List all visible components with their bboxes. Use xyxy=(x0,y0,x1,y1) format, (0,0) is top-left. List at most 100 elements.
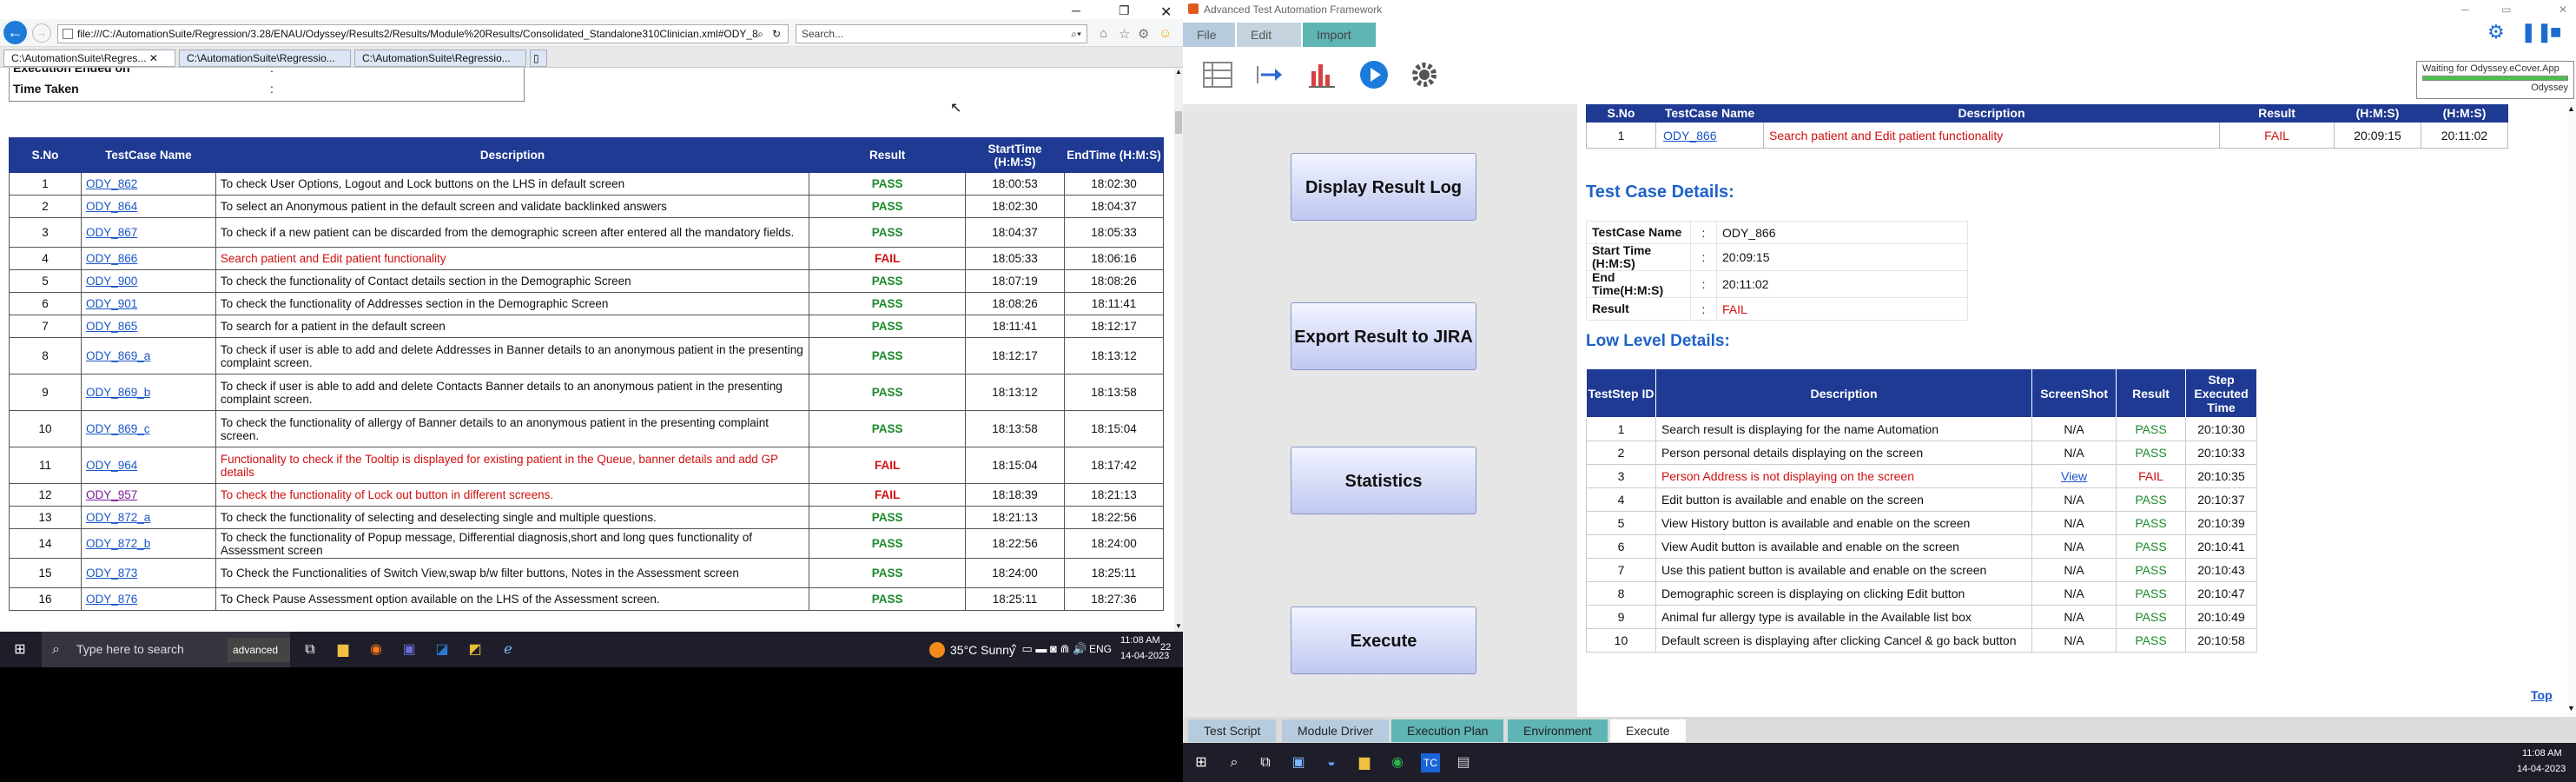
edge-icon[interactable]: ◒ xyxy=(1322,753,1341,772)
testcase-link[interactable]: ODY_866 xyxy=(1663,129,1716,142)
tab-test-script[interactable]: Test Script xyxy=(1188,719,1277,742)
back-icon[interactable]: ← xyxy=(3,21,27,44)
testcase-link[interactable]: ODY_865 xyxy=(86,320,137,333)
tab-execution-plan[interactable]: Execution Plan xyxy=(1391,719,1504,742)
url-field[interactable]: file:///C:/AutomationSuite/Regression/3.… xyxy=(57,24,789,43)
tray-icons[interactable]: ⌃ ▭ ▬ ◙ ⋒ 🔊 xyxy=(1009,642,1087,656)
forward-icon[interactable]: → xyxy=(32,23,51,43)
scroll-up-icon[interactable]: ▲ xyxy=(2567,104,2575,113)
scrollbar-thumb[interactable] xyxy=(1175,111,1182,134)
detail-scrollbar[interactable]: ▲ ▼ xyxy=(2567,104,2576,717)
task-view-icon[interactable]: ⧉ xyxy=(301,640,320,659)
search-icon[interactable]: ⌕ xyxy=(1225,753,1244,772)
scroll-up-icon[interactable]: ▲ xyxy=(1175,68,1182,76)
search-icon[interactable]: ⌕▾ xyxy=(1071,25,1081,43)
settings-icon[interactable] xyxy=(1409,59,1440,90)
pause-icon[interactable]: ❚❚ xyxy=(2520,21,2553,43)
home-icon[interactable]: ⌂ xyxy=(1100,26,1107,41)
file-explorer-icon[interactable]: ▆ xyxy=(334,640,353,659)
menu-edit[interactable]: Edit xyxy=(1237,23,1301,47)
top-link[interactable]: Top xyxy=(2531,688,2553,702)
maximize-icon[interactable]: ❐ xyxy=(1119,3,1130,18)
testcase-link[interactable]: ODY_876 xyxy=(86,593,137,606)
favorites-icon[interactable]: ☆ xyxy=(1119,26,1130,42)
teams-icon[interactable]: ▣ xyxy=(400,640,419,659)
testcase-link[interactable]: ODY_864 xyxy=(86,200,137,213)
ie-tab-2[interactable]: C:\AutomationSuite\Regressio... xyxy=(179,50,351,67)
menu-import[interactable]: Import xyxy=(1303,23,1376,47)
chrome-icon[interactable]: ◉ xyxy=(1388,753,1407,772)
task-view-icon[interactable]: ⧉ xyxy=(1256,753,1275,772)
menu-label: Import xyxy=(1317,28,1351,42)
testcase-link[interactable]: ODY_873 xyxy=(86,567,137,580)
close-icon[interactable]: ✕ xyxy=(2559,0,2567,19)
tab-module-driver[interactable]: Module Driver xyxy=(1282,719,1390,742)
colon: : xyxy=(1690,297,1717,321)
weather-text[interactable]: 35°C Sunny xyxy=(950,643,1015,657)
testcase-link[interactable]: ODY_872_b xyxy=(86,537,150,550)
left-monitor: ─ ❐ ✕ ← → file:///C:/AutomationSuite/Reg… xyxy=(0,0,1183,782)
refresh-icon[interactable]: ↻ xyxy=(772,25,781,43)
new-tab-button[interactable]: ▯ xyxy=(530,50,547,67)
cell-description: To check the functionality of Popup mess… xyxy=(215,528,810,559)
close-icon[interactable]: ✕ xyxy=(1160,3,1172,21)
ie-tab-1[interactable]: C:\AutomationSuite\Regres... ✕ xyxy=(3,50,175,67)
search-icon[interactable]: ⌕ xyxy=(757,25,763,43)
minimize-icon[interactable]: ─ xyxy=(2461,0,2469,19)
scroll-down-icon[interactable]: ▼ xyxy=(1175,622,1182,630)
bar-chart-icon[interactable] xyxy=(1306,59,1338,90)
vm-icon[interactable]: ▤ xyxy=(1454,753,1473,772)
settings-icon[interactable]: ⚙ xyxy=(1138,26,1149,42)
execute-button[interactable]: Execute xyxy=(1291,606,1476,674)
minimize-icon[interactable]: ─ xyxy=(1072,3,1080,17)
testcase-link[interactable]: ODY_900 xyxy=(86,275,137,288)
tab-execute[interactable]: Execute xyxy=(1610,719,1686,742)
search-field[interactable]: Search... ⌕▾ xyxy=(796,24,1087,43)
testcase-link[interactable]: ODY_866 xyxy=(86,252,137,265)
export-result-jira-button[interactable]: Export Result to JIRA xyxy=(1291,302,1476,370)
settings-gear-icon[interactable]: ⚙ xyxy=(2487,21,2505,43)
tab-environment[interactable]: Environment xyxy=(1508,719,1608,742)
play-icon[interactable] xyxy=(1358,59,1390,90)
testcase-link[interactable]: ODY_869_b xyxy=(86,386,150,399)
testcase-link[interactable]: ODY_867 xyxy=(86,226,137,239)
notification-badge[interactable]: 22 xyxy=(1160,642,1171,653)
testcase-link[interactable]: ODY_869_a xyxy=(86,349,150,362)
window-app-icon[interactable]: ▣ xyxy=(1289,753,1308,772)
menu-file[interactable]: File xyxy=(1183,23,1235,47)
firefox-icon[interactable]: ◉ xyxy=(367,640,386,659)
clock-time[interactable]: 11:08 AM xyxy=(2522,748,2562,759)
clock-date[interactable]: 14-04-2023 xyxy=(2517,764,2566,774)
advanced-app-icon[interactable]: advanced xyxy=(228,638,290,662)
cell-start-time: 18:24:00 xyxy=(965,558,1066,588)
clock-time[interactable]: 11:08 AM xyxy=(1120,635,1160,646)
col-start-time: StartTime (H:M:S) xyxy=(965,137,1066,173)
stop-icon[interactable]: ■ xyxy=(2550,21,2561,43)
testcase-link[interactable]: ODY_957 xyxy=(86,488,137,501)
statistics-button[interactable]: Statistics xyxy=(1291,447,1476,514)
testcase-link[interactable]: ODY_869_c xyxy=(86,422,150,435)
maximize-icon[interactable]: ▭ xyxy=(2501,0,2511,19)
smiley-icon[interactable]: ☺ xyxy=(1159,26,1172,41)
start-windows-icon[interactable]: ⊞ xyxy=(10,640,30,659)
outlook-icon[interactable]: ◪ xyxy=(433,640,452,659)
display-result-log-button[interactable]: Display Result Log xyxy=(1291,153,1476,221)
grid-view-icon[interactable] xyxy=(1202,59,1233,90)
testcase-link[interactable]: ODY_901 xyxy=(86,297,137,310)
testcase-link[interactable]: ODY_872_a xyxy=(86,511,150,524)
view-screenshot-link[interactable]: View xyxy=(2061,469,2087,483)
vertical-scrollbar[interactable]: ▲ ▼ xyxy=(1174,68,1183,632)
file-explorer-icon[interactable]: ▆ xyxy=(1355,753,1374,772)
ie-taskbar-icon[interactable]: ℯ xyxy=(499,640,518,659)
testcase-link[interactable]: ODY_964 xyxy=(86,459,137,472)
start-windows-icon[interactable]: ⊞ xyxy=(1192,753,1211,772)
ie-tab-3[interactable]: C:\AutomationSuite\Regressio... xyxy=(354,50,526,67)
tc-app-icon[interactable]: TC xyxy=(1421,753,1440,772)
cell-result: PASS xyxy=(2116,628,2186,653)
language-indicator[interactable]: ENG xyxy=(1089,643,1112,655)
col-spacer xyxy=(2507,104,2567,123)
testcase-link[interactable]: ODY_862 xyxy=(86,177,137,190)
sticky-icon[interactable]: ◩ xyxy=(466,640,485,659)
run-arrow-icon[interactable] xyxy=(1254,59,1285,90)
scroll-down-icon[interactable]: ▼ xyxy=(2567,704,2575,712)
